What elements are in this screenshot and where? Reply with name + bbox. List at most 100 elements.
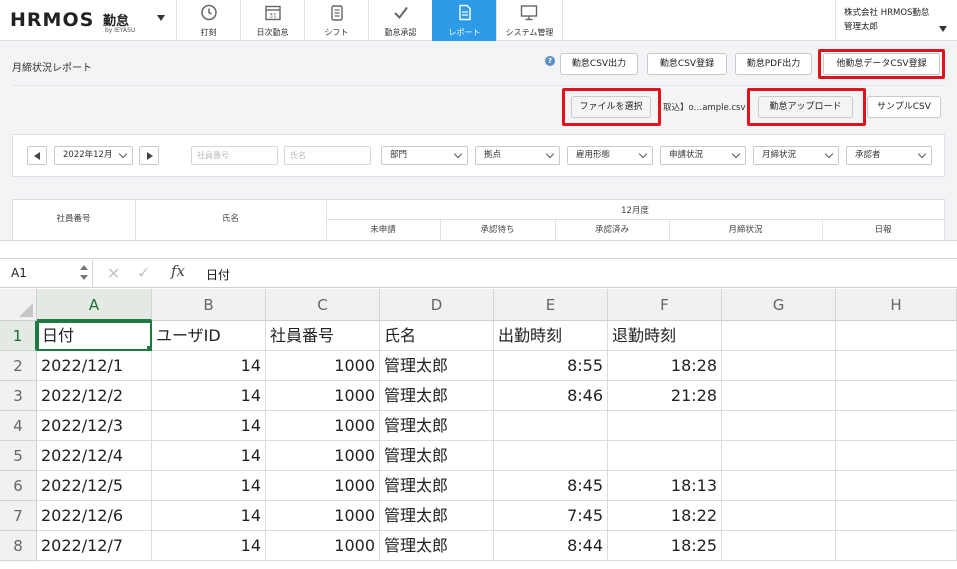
approver-select[interactable]: 承認者 (846, 146, 932, 165)
csv-export-button[interactable]: 勤怠CSV出力 (560, 53, 638, 75)
sheet-cell[interactable] (836, 381, 957, 411)
nav-shift[interactable]: シフト (304, 0, 368, 41)
sheet-cell[interactable]: 14 (152, 531, 266, 561)
sheet-cell[interactable] (836, 411, 957, 441)
column-header[interactable]: F (608, 289, 722, 321)
sheet-cell[interactable]: 1000 (266, 441, 380, 471)
sheet-cell[interactable]: 8:55 (494, 351, 608, 381)
row-header[interactable]: 4 (0, 411, 37, 441)
active-cell[interactable]: 日付 (37, 321, 152, 351)
department-select[interactable]: 部門 (381, 146, 468, 165)
row-header[interactable]: 8 (0, 531, 37, 561)
company-menu[interactable]: 株式会社 HRMOS勤怠 管理太郎 (835, 0, 957, 41)
nav-approval[interactable]: 勤怠承認 (368, 0, 432, 41)
sheet-cell[interactable]: 14 (152, 381, 266, 411)
formula-input[interactable]: 日付 (206, 266, 230, 283)
sheet-cell[interactable]: 8:46 (494, 381, 608, 411)
employment-type-select[interactable]: 雇用形態 (567, 146, 653, 165)
sub-header[interactable]: 承認済み (555, 223, 669, 235)
nav-dakoku[interactable]: 打刻 (176, 0, 240, 41)
row-header[interactable]: 2 (0, 351, 37, 381)
sheet-cell[interactable]: 8:45 (494, 471, 608, 501)
sheet-cell[interactable]: 18:13 (608, 471, 722, 501)
month-select[interactable]: 2022年12月 (54, 146, 133, 165)
sheet-cell[interactable] (494, 411, 608, 441)
sheet-cell[interactable]: 14 (152, 441, 266, 471)
row-header[interactable]: 1 (0, 321, 37, 351)
nav-daily[interactable]: 31 日次勤怠 (240, 0, 304, 41)
closing-status-select[interactable]: 月締状況 (753, 146, 839, 165)
row-header[interactable]: 6 (0, 471, 37, 501)
column-header[interactable]: C (266, 289, 380, 321)
sheet-cell[interactable] (722, 531, 836, 561)
csv-register-button[interactable]: 勤怠CSV登録 (647, 53, 727, 75)
sheet-cell[interactable]: 1000 (266, 411, 380, 441)
row-header[interactable]: 5 (0, 441, 37, 471)
sheet-cell[interactable] (722, 501, 836, 531)
sheet-cell[interactable]: 退勤時刻 (608, 321, 722, 351)
column-header[interactable]: E (494, 289, 608, 321)
sheet-cell[interactable] (836, 441, 957, 471)
column-header[interactable]: G (722, 289, 836, 321)
sheet-cell[interactable]: 18:28 (608, 351, 722, 381)
sub-header[interactable]: 月締状況 (669, 223, 822, 235)
sample-csv-button[interactable]: サンプルCSV (867, 96, 941, 118)
sheet-cell[interactable] (722, 351, 836, 381)
sheet-cell[interactable]: 管理太郎 (380, 501, 494, 531)
site-select[interactable]: 拠点 (475, 146, 560, 165)
column-header[interactable]: B (152, 289, 266, 321)
sheet-cell[interactable]: 1000 (266, 531, 380, 561)
sheet-cell[interactable]: 1000 (266, 471, 380, 501)
sheet-cell[interactable] (722, 381, 836, 411)
sheet-cell[interactable]: 1000 (266, 381, 380, 411)
app-logo[interactable]: HRMOS 勤怠 by IEYASU (10, 8, 165, 36)
column-header[interactable]: D (380, 289, 494, 321)
sheet-cell[interactable] (836, 321, 957, 351)
pdf-export-button[interactable]: 勤怠PDF出力 (735, 53, 812, 75)
application-status-select[interactable]: 申請状況 (660, 146, 746, 165)
sheet-cell[interactable]: 管理太郎 (380, 471, 494, 501)
column-header[interactable]: A (37, 289, 152, 321)
nav-system[interactable]: システム管理 (496, 0, 562, 41)
sheet-cell[interactable] (836, 471, 957, 501)
employee-no-input[interactable]: 社員番号 (191, 146, 278, 165)
sheet-cell[interactable]: 14 (152, 411, 266, 441)
sub-header[interactable]: 未申請 (326, 223, 440, 235)
name-box-stepper-icon[interactable] (80, 265, 88, 281)
sheet-cell[interactable]: 1000 (266, 351, 380, 381)
next-month-button[interactable] (139, 146, 159, 165)
sheet-cell[interactable]: 2022/12/7 (37, 531, 152, 561)
sheet-cell[interactable] (836, 531, 957, 561)
row-header[interactable]: 7 (0, 501, 37, 531)
sheet-cell[interactable]: 2022/12/6 (37, 501, 152, 531)
insert-function-icon[interactable]: fx (171, 262, 185, 280)
sheet-cell[interactable] (836, 351, 957, 381)
sheet-cell[interactable]: 7:45 (494, 501, 608, 531)
sheet-cell[interactable] (836, 501, 957, 531)
sheet-cell[interactable]: 管理太郎 (380, 351, 494, 381)
sheet-cell[interactable]: 14 (152, 471, 266, 501)
confirm-edit-icon[interactable]: ✓ (137, 263, 150, 282)
sheet-cell[interactable]: 管理太郎 (380, 531, 494, 561)
prev-month-button[interactable] (27, 146, 47, 165)
sub-header[interactable]: 承認待ち (440, 223, 555, 235)
sheet-cell[interactable] (608, 411, 722, 441)
sheet-cell[interactable] (494, 441, 608, 471)
sheet-cell[interactable]: 14 (152, 351, 266, 381)
sheet-cell[interactable]: 管理太郎 (380, 441, 494, 471)
sheet-cell[interactable] (722, 321, 836, 351)
nav-report[interactable]: レポート (432, 0, 496, 41)
sheet-cell[interactable] (608, 441, 722, 471)
sheet-cell[interactable] (722, 471, 836, 501)
sheet-cell[interactable]: 21:28 (608, 381, 722, 411)
sheet-cell[interactable]: 社員番号 (266, 321, 380, 351)
sheet-cell[interactable]: 氏名 (380, 321, 494, 351)
app-switch-caret-icon[interactable] (157, 15, 165, 21)
sheet-cell[interactable]: 18:25 (608, 531, 722, 561)
sheet-cell[interactable]: 2022/12/4 (37, 441, 152, 471)
name-input[interactable]: 氏名 (284, 146, 371, 165)
sheet-cell[interactable]: 管理太郎 (380, 381, 494, 411)
cancel-edit-icon[interactable]: ✕ (107, 264, 120, 283)
sub-header[interactable]: 日報 (822, 223, 944, 235)
sheet-cell[interactable]: 出勤時刻 (494, 321, 608, 351)
